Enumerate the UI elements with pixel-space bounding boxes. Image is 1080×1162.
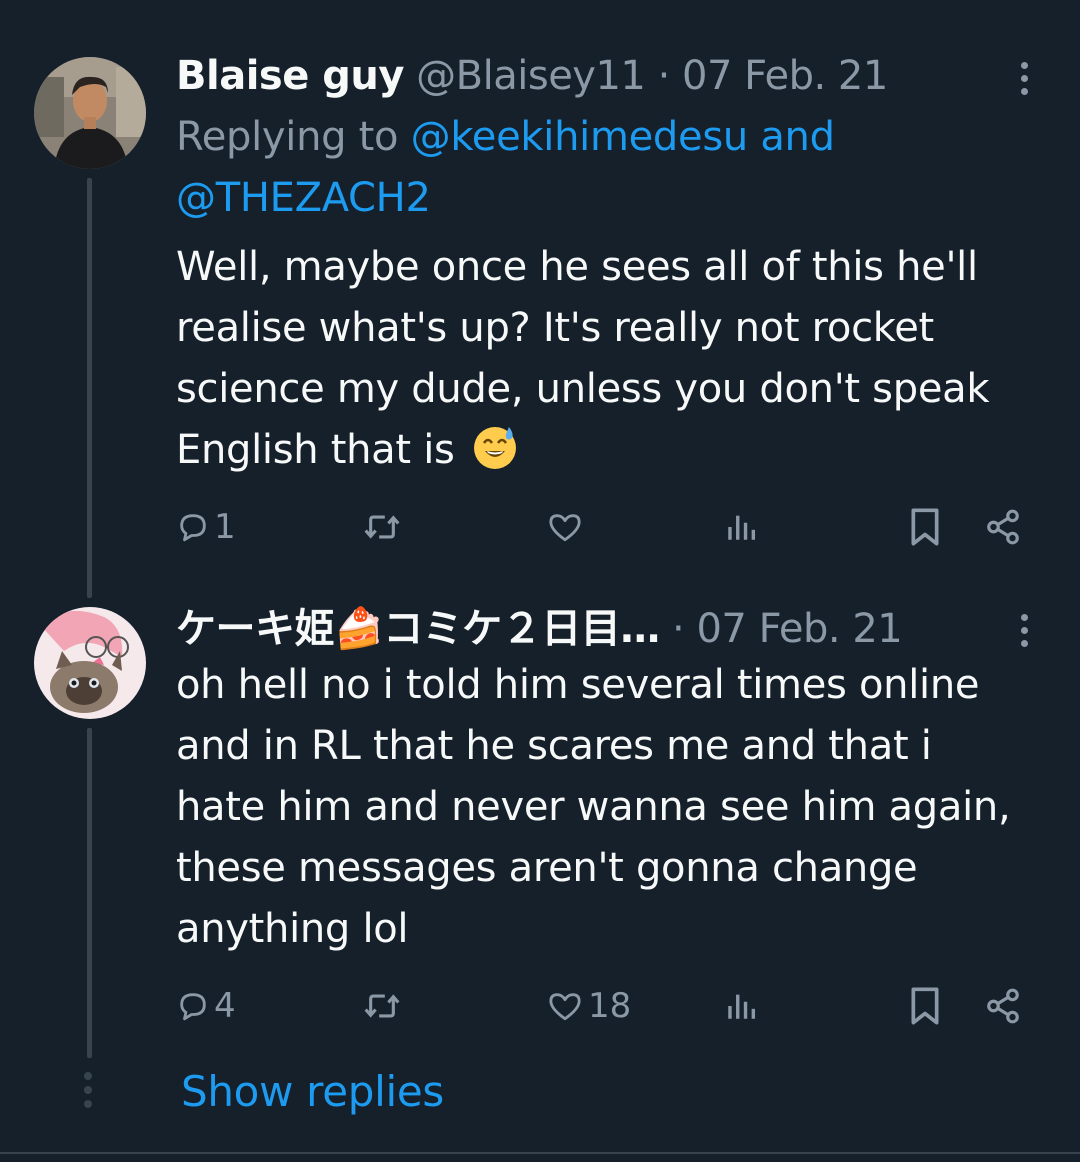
thread-continuation-dots-icon: [84, 1072, 92, 1108]
tweet-text-line: realise what's up? It's really not rocke…: [176, 305, 934, 351]
tweet-text-line: and in RL that he scares me and that i: [176, 723, 932, 769]
tweet-text-line-last: English that is: [176, 420, 1056, 481]
grinning-face-with-sweat-icon: [473, 427, 516, 469]
views-icon: [728, 515, 756, 540]
separator-dot: ·: [657, 53, 671, 99]
tweet-actions: 4 18: [0, 978, 1080, 1034]
tweet-text-line: these messages aren't gonna change: [176, 845, 918, 891]
reply-icon: [180, 514, 206, 542]
tweet-text-line: hate him and never wanna see him again,: [176, 784, 1011, 830]
tweet-text-line: English that is: [176, 427, 455, 473]
more-options-icon[interactable]: [1010, 610, 1038, 650]
tweet-date[interactable]: 07 Feb. 21: [682, 53, 888, 99]
tweet-text-line: oh hell no i told him several times onli…: [176, 662, 980, 708]
user-handle[interactable]: @Blaisey11: [416, 53, 646, 99]
separator-dot: ·: [672, 606, 685, 652]
replying-to: Replying to @keekihimedesu and @THEZACH2: [176, 107, 1036, 229]
heart-icon: [549, 993, 581, 1021]
tweet-blaise[interactable]: Blaise guy @Blaisey11 · 07 Feb. 21 Reply…: [0, 0, 1080, 598]
display-name[interactable]: Blaise guy: [176, 53, 404, 99]
tweet-text: Well, maybe once he sees all of this he'…: [176, 237, 1056, 481]
more-options-icon[interactable]: [1010, 58, 1038, 98]
tweet-text-line: anything lol: [176, 906, 409, 952]
share-button[interactable]: [984, 978, 1022, 1034]
replying-to-link[interactable]: @keekihimedesu and: [411, 114, 835, 160]
tweet-header: ケーキ姫🍰コミケ２日目… · 07 Feb. 21: [176, 605, 903, 653]
share-icon: [987, 509, 1019, 545]
retweet-icon: [364, 994, 400, 1018]
avatar-photo-blaise: [34, 57, 146, 169]
bookmark-icon: [911, 987, 939, 1025]
replying-to-link-2[interactable]: @THEZACH2: [176, 175, 431, 221]
retweet-button[interactable]: [361, 499, 407, 555]
avatar-keeki[interactable]: [34, 607, 146, 719]
replying-prefix: Replying to: [176, 114, 399, 160]
show-replies-link[interactable]: Show replies: [181, 1064, 444, 1120]
retweet-button[interactable]: [361, 978, 407, 1034]
like-button[interactable]: [546, 499, 588, 555]
bookmark-button[interactable]: [908, 499, 942, 555]
retweet-icon: [364, 515, 400, 539]
like-button[interactable]: 18: [546, 978, 631, 1034]
tweet-text: oh hell no i told him several times onli…: [176, 655, 1056, 960]
share-icon: [987, 988, 1019, 1024]
views-button[interactable]: [724, 978, 762, 1034]
share-button[interactable]: [984, 499, 1022, 555]
avatar-blaise[interactable]: [34, 57, 146, 169]
tweet-text-line: science my dude, unless you don't speak: [176, 366, 990, 412]
reply-count: 1: [214, 507, 236, 547]
reply-button[interactable]: 4: [176, 978, 236, 1034]
reply-count: 4: [214, 986, 236, 1026]
views-icon: [728, 994, 756, 1019]
bookmark-icon: [911, 508, 939, 546]
bookmark-button[interactable]: [908, 978, 942, 1034]
tweet-text-line: Well, maybe once he sees all of this he'…: [176, 244, 978, 290]
like-count: 18: [588, 986, 632, 1026]
tweet-keeki[interactable]: ケーキ姫🍰コミケ２日目… · 07 Feb. 21 oh hell no i t…: [0, 590, 1080, 1058]
divider: [0, 1152, 1080, 1154]
views-button[interactable]: [724, 499, 762, 555]
reply-button[interactable]: 1: [176, 499, 236, 555]
tweet-actions: 1: [0, 499, 1080, 555]
tweet-date[interactable]: 07 Feb. 21: [696, 606, 902, 652]
display-name[interactable]: ケーキ姫🍰コミケ２日目…: [176, 606, 660, 652]
heart-icon: [549, 514, 581, 542]
reply-icon: [180, 993, 206, 1021]
tweet-header: Blaise guy @Blaisey11 · 07 Feb. 21: [176, 52, 888, 100]
avatar-illustration-keeki: [34, 607, 146, 719]
